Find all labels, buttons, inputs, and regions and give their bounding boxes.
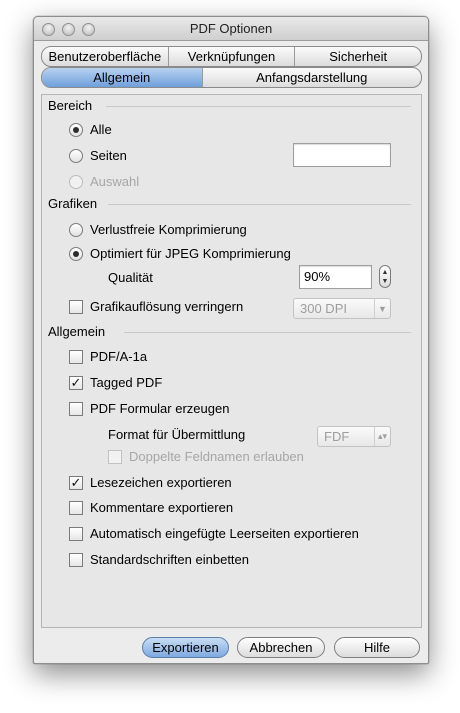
checkbox-indicator[interactable] bbox=[69, 500, 83, 515]
qualitaet-stepper[interactable]: ▲ ▼ bbox=[379, 265, 391, 288]
exportieren-button[interactable]: Exportieren bbox=[142, 637, 229, 658]
title-bar: PDF Optionen bbox=[34, 17, 428, 41]
aufloesung-value: 300 DPI bbox=[300, 301, 347, 316]
window-title: PDF Optionen bbox=[189, 21, 273, 36]
qualitaet-label: Qualität bbox=[108, 270, 153, 285]
checkmark-icon[interactable]: ✓ bbox=[69, 375, 83, 390]
radio-label: Auswahl bbox=[90, 174, 140, 189]
radio-indicator[interactable] bbox=[69, 148, 83, 163]
checkbox-kommentare[interactable]: Kommentare exportieren bbox=[69, 500, 233, 515]
radio-label: Seiten bbox=[90, 148, 127, 163]
checkbox-label: PDF Formular erzeugen bbox=[90, 401, 230, 416]
checkbox-tagged-pdf[interactable]: ✓ Tagged PDF bbox=[69, 375, 162, 390]
checkbox-label: PDF/A-1a bbox=[90, 349, 148, 364]
stepper-down-icon[interactable]: ▼ bbox=[382, 277, 389, 286]
chevron-down-icon: ▼ bbox=[374, 299, 390, 318]
section-heading-allgemein: Allgemein bbox=[48, 324, 106, 339]
checkbox-lesezeichen[interactable]: ✓ Lesezeichen exportieren bbox=[69, 475, 232, 490]
radio-alle[interactable]: Alle bbox=[69, 122, 112, 137]
radio-indicator[interactable] bbox=[69, 246, 83, 261]
radio-jpeg[interactable]: Optimiert für JPEG Komprimierung bbox=[69, 246, 291, 261]
checkbox-label: Lesezeichen exportieren bbox=[90, 475, 232, 490]
section-heading-grafiken: Grafiken bbox=[48, 196, 98, 211]
format-select: FDF ▴▾ bbox=[317, 426, 391, 447]
checkmark-icon[interactable]: ✓ bbox=[69, 475, 83, 490]
radio-label: Verlustfreie Komprimierung bbox=[90, 222, 247, 237]
radio-seiten[interactable]: Seiten bbox=[69, 148, 127, 163]
radio-verlustfrei[interactable]: Verlustfreie Komprimierung bbox=[69, 222, 247, 237]
tab-row-1: Benutzeroberfläche Verknüpfungen Sicherh… bbox=[41, 46, 422, 67]
checkbox-indicator[interactable] bbox=[69, 299, 83, 314]
checkbox-grafikaufloesung[interactable]: Grafikauflösung verringern bbox=[69, 299, 243, 314]
radio-indicator bbox=[69, 174, 83, 189]
checkbox-leerseiten[interactable]: Automatisch eingefügte Leerseiten export… bbox=[69, 526, 359, 541]
checkbox-indicator[interactable] bbox=[69, 552, 83, 567]
radio-indicator[interactable] bbox=[69, 222, 83, 237]
format-label: Format für Übermittlung bbox=[108, 427, 246, 442]
checkbox-label: Kommentare exportieren bbox=[90, 500, 234, 515]
radio-label: Alle bbox=[90, 122, 112, 137]
pdf-options-dialog: PDF Optionen Benutzeroberfläche Verknüpf… bbox=[33, 16, 429, 664]
section-heading-bereich: Bereich bbox=[48, 98, 93, 113]
divider bbox=[108, 204, 411, 205]
tab-content-panel: Bereich Alle Seiten Auswahl Grafiken Ver… bbox=[41, 94, 422, 628]
checkbox-pdf-formular[interactable]: PDF Formular erzeugen bbox=[69, 401, 229, 416]
format-value: FDF bbox=[324, 429, 350, 444]
checkbox-standardschriften[interactable]: Standardschriften einbetten bbox=[69, 552, 249, 567]
qualitaet-input[interactable]: 90% bbox=[299, 265, 372, 289]
tab-anfangsdarstellung[interactable]: Anfangsdarstellung bbox=[203, 68, 422, 87]
divider bbox=[106, 106, 411, 107]
checkbox-indicator[interactable] bbox=[69, 401, 83, 416]
tab-row-2: Allgemein Anfangsdarstellung bbox=[41, 67, 422, 88]
tab-benutzeroberflaeche[interactable]: Benutzeroberfläche bbox=[42, 47, 169, 66]
checkbox-indicator[interactable] bbox=[69, 349, 83, 364]
divider bbox=[124, 332, 411, 333]
radio-label: Optimiert für JPEG Komprimierung bbox=[90, 246, 291, 261]
aufloesung-select: 300 DPI ▼ bbox=[293, 298, 391, 319]
hilfe-button[interactable]: Hilfe bbox=[334, 637, 420, 658]
abbrechen-button[interactable]: Abbrechen bbox=[237, 637, 325, 658]
tab-sicherheit[interactable]: Sicherheit bbox=[295, 47, 421, 66]
checkbox-label: Standardschriften einbetten bbox=[90, 552, 249, 567]
checkbox-pdfa[interactable]: PDF/A-1a bbox=[69, 349, 147, 364]
seiten-input[interactable] bbox=[293, 143, 391, 167]
checkbox-label: Tagged PDF bbox=[90, 375, 163, 390]
checkbox-label: Grafikauflösung verringern bbox=[90, 299, 244, 314]
tab-verknuepfungen[interactable]: Verknüpfungen bbox=[169, 47, 296, 66]
radio-indicator[interactable] bbox=[69, 122, 83, 137]
checkbox-indicator[interactable] bbox=[69, 526, 83, 541]
stepper-up-icon[interactable]: ▲ bbox=[382, 268, 389, 277]
checkbox-label: Automatisch eingefügte Leerseiten export… bbox=[90, 526, 359, 541]
tab-allgemein[interactable]: Allgemein bbox=[42, 68, 203, 87]
radio-auswahl: Auswahl bbox=[69, 174, 139, 189]
checkbox-doppelte-feldnamen: Doppelte Feldnamen erlauben bbox=[108, 449, 304, 464]
checkbox-label: Doppelte Feldnamen erlauben bbox=[129, 449, 304, 464]
chevron-updown-icon: ▴▾ bbox=[374, 427, 390, 446]
checkbox-indicator bbox=[108, 449, 122, 464]
